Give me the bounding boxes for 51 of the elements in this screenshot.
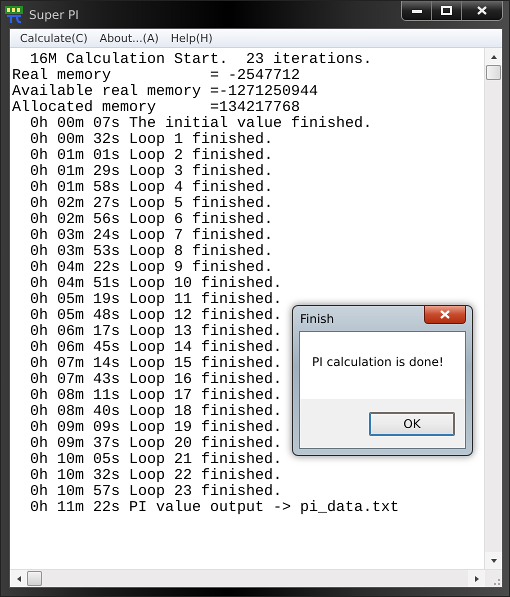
- console-line: Available real memory =-1271250944: [12, 84, 318, 100]
- console-line: 0h 04m 22s Loop 9 finished.: [29, 260, 274, 276]
- console-line: 0h 03m 53s Loop 8 finished.: [29, 244, 274, 260]
- maximize-button[interactable]: [431, 1, 461, 20]
- dialog-title: Finish: [299, 312, 334, 326]
- console-line: Allocated memory =134217768: [12, 100, 300, 116]
- minimize-icon: [412, 8, 422, 12]
- console-line: 0h 09m 09s Loop 19 finished.: [29, 420, 282, 436]
- console-line: 0h 05m 48s Loop 12 finished.: [29, 308, 282, 324]
- console-line: 0h 04m 51s Loop 10 finished.: [29, 276, 282, 292]
- console-line: Real memory = -2547712: [12, 68, 300, 84]
- menu-item[interactable]: About...(A): [94, 32, 165, 44]
- console-line: 0h 02m 27s Loop 5 finished.: [29, 196, 274, 212]
- scroll-right-icon[interactable]: [472, 574, 480, 582]
- app-icon: [5, 6, 23, 24]
- close-icon: [440, 310, 450, 319]
- close-icon: [477, 6, 487, 15]
- menu-item[interactable]: Help(H): [164, 32, 219, 44]
- console-line: 0h 07m 14s Loop 15 finished.: [29, 356, 282, 372]
- scrollbar-thumb[interactable]: [27, 571, 42, 586]
- scrollbar-thumb[interactable]: [486, 65, 501, 80]
- console-line: 0h 10m 57s Loop 23 finished.: [29, 484, 282, 500]
- console-line: 0h 10m 05s Loop 21 finished.: [29, 452, 282, 468]
- console-line: 0h 06m 45s Loop 14 finished.: [29, 340, 282, 356]
- minimize-button[interactable]: [402, 1, 431, 20]
- console-line: 0h 02m 56s Loop 6 finished.: [29, 212, 274, 228]
- scroll-left-icon[interactable]: [14, 574, 22, 582]
- console-line: 0h 01m 58s Loop 4 finished.: [29, 180, 274, 196]
- console-line: 0h 05m 19s Loop 11 finished.: [29, 292, 282, 308]
- console-line: 0h 11m 22s PI value output -> pi_data.txt: [29, 500, 400, 516]
- console-line: 16M Calculation Start. 23 iterations.: [29, 52, 372, 68]
- scroll-up-icon[interactable]: [490, 52, 498, 60]
- window-title: Super PI: [29, 8, 79, 22]
- console-line: 0h 09m 37s Loop 20 finished.: [29, 436, 282, 452]
- close-button[interactable]: [424, 306, 466, 324]
- maximize-icon: [441, 6, 452, 15]
- console-line: 0h 08m 11s Loop 17 finished.: [29, 388, 282, 404]
- console-line: 0h 07m 43s Loop 16 finished.: [29, 372, 282, 388]
- console-line: 0h 03m 24s Loop 7 finished.: [29, 228, 274, 244]
- console-line: 0h 00m 32s Loop 1 finished.: [29, 132, 274, 148]
- dialog-message: PI calculation is done!: [312, 354, 444, 368]
- ok-button[interactable]: OK: [369, 412, 455, 436]
- menu-item[interactable]: Calculate(C): [14, 32, 94, 44]
- console-line: 0h 01m 01s Loop 2 finished.: [29, 148, 274, 164]
- scroll-down-icon[interactable]: [490, 556, 498, 564]
- console-line: 0h 01m 29s Loop 3 finished.: [29, 164, 274, 180]
- console-line: 0h 08m 40s Loop 18 finished.: [29, 404, 282, 420]
- console-line: 0h 00m 07s The initial value finished.: [29, 116, 372, 132]
- close-button[interactable]: [461, 1, 502, 20]
- console-line: 0h 10m 32s Loop 22 finished.: [29, 468, 282, 484]
- console-line: 0h 06m 17s Loop 13 finished.: [29, 324, 282, 340]
